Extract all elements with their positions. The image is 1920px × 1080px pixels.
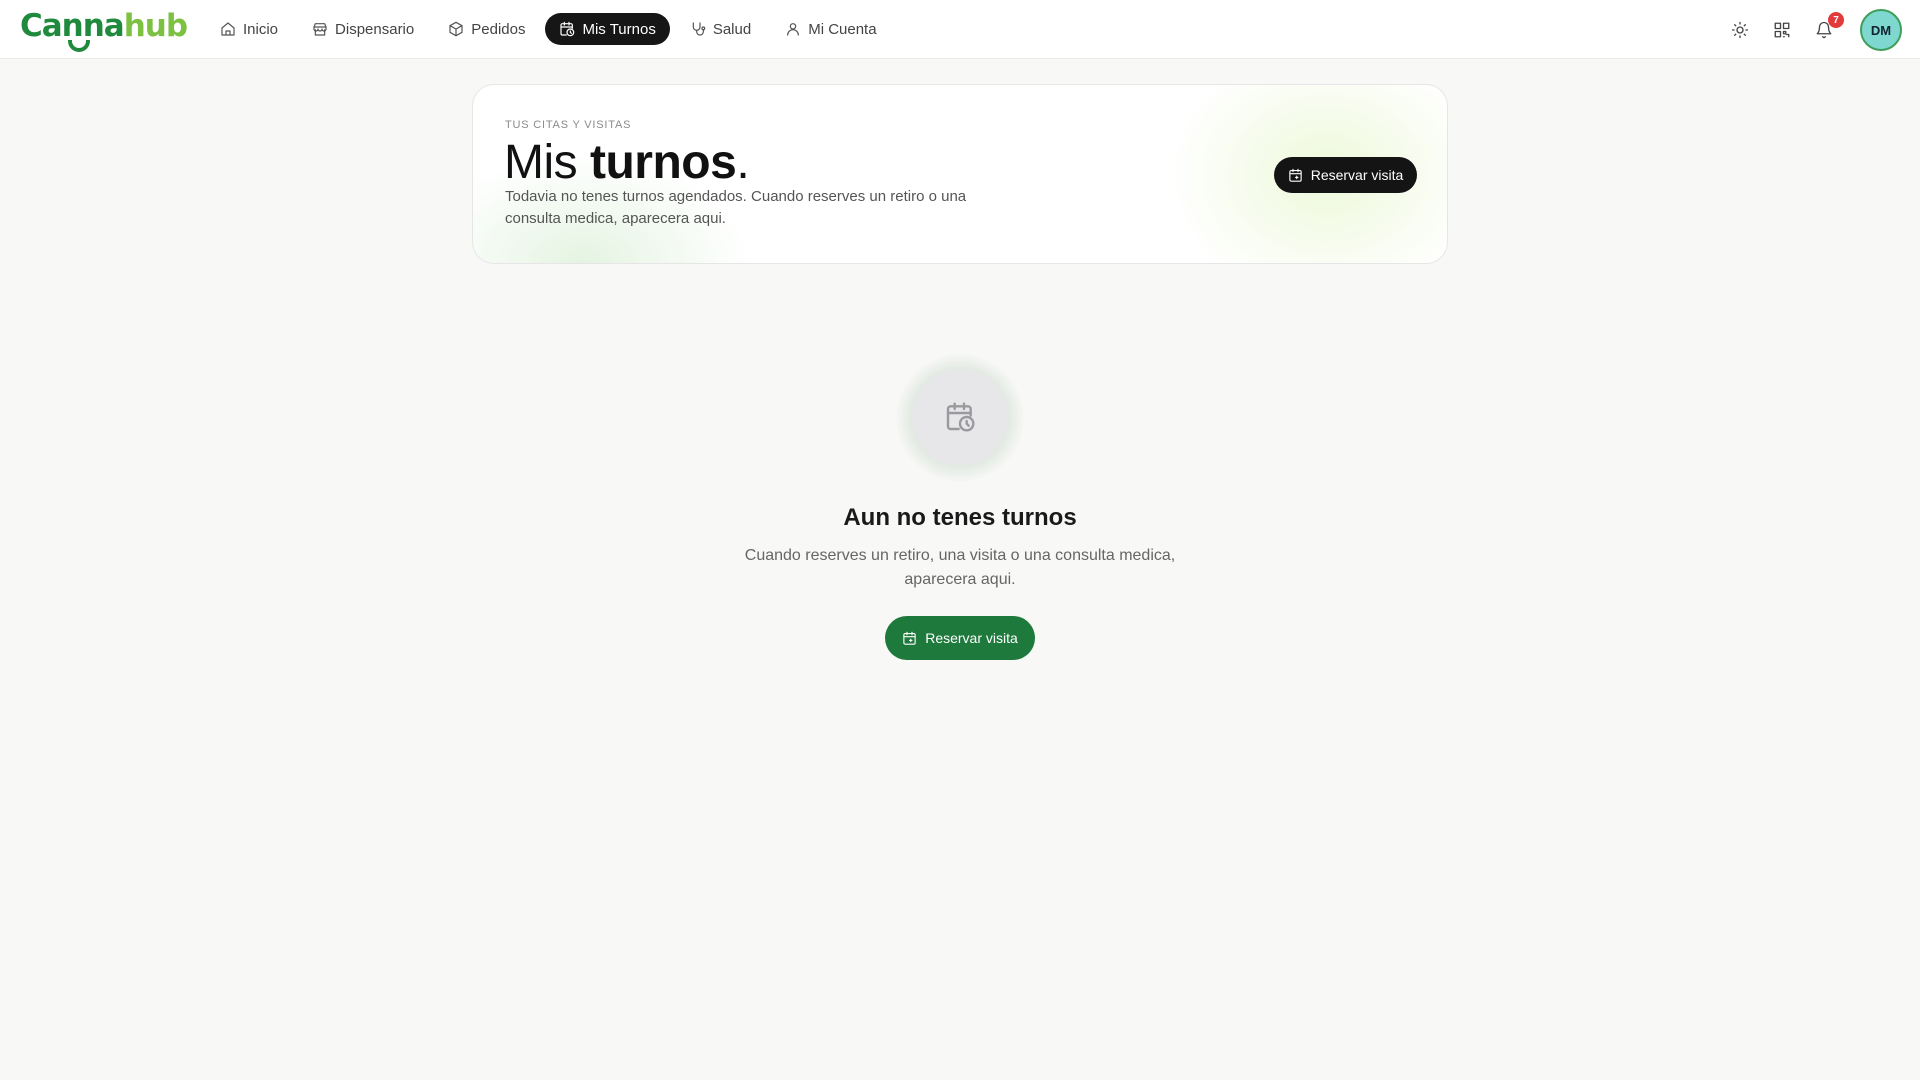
calendar-plus-icon <box>1289 168 1302 182</box>
nav-item-label: Inicio <box>243 20 279 38</box>
user-icon <box>787 23 800 36</box>
top-navbar: Cannahub Inicio Dispensario Pedidos Mis … <box>0 0 1920 59</box>
calendar-clock-icon <box>560 21 575 37</box>
qr-code-icon <box>1774 22 1790 38</box>
nav-item-salud[interactable]: Salud <box>676 13 765 45</box>
nav-item-label: Mi Cuenta <box>808 20 877 38</box>
nav-item-dispensario[interactable]: Dispensario <box>298 13 428 45</box>
empty-state-reservar-visita-button[interactable]: Reservar visita <box>885 616 1035 660</box>
empty-state-description: Cuando reserves un retiro, una visita o … <box>744 547 1176 588</box>
nav-item-label: Salud <box>712 20 752 38</box>
reservar-visita-button[interactable]: Reservar visita <box>1274 157 1417 193</box>
page-description: Todavia no tenes turnos agendados. Cuand… <box>505 188 967 227</box>
nav-item-pedidos[interactable]: Pedidos <box>434 13 539 45</box>
sun-icon <box>1731 21 1749 39</box>
home-icon <box>221 22 235 36</box>
page-title: Mis turnos. <box>504 136 750 189</box>
cannahub-logo[interactable]: Cannahub <box>20 6 188 52</box>
nav-item-label: Dispensario <box>335 20 415 38</box>
theme-toggle-button[interactable] <box>1728 18 1752 42</box>
logo-text: Cannahub <box>20 8 188 44</box>
nav-item-mi-cuenta[interactable]: Mi Cuenta <box>771 13 890 45</box>
button-label: Reservar visita <box>925 630 1018 646</box>
calendar-plus-icon <box>903 631 916 645</box>
calendar-clock-icon <box>946 402 975 432</box>
store-icon <box>313 23 327 36</box>
logo-smile-mark <box>68 40 90 52</box>
nav-item-label: Pedidos <box>471 20 526 38</box>
qr-code-button[interactable] <box>1770 18 1794 42</box>
page-eyebrow: TUS CITAS Y VISITAS <box>505 119 632 131</box>
notifications-button[interactable]: 7 <box>1812 12 1844 42</box>
nav-item-mis-turnos[interactable]: Mis Turnos <box>545 13 670 45</box>
nav-item-label: Mis Turnos <box>582 20 656 38</box>
notification-count-badge: 7 <box>1828 12 1844 28</box>
page-header-card: TUS CITAS Y VISITAS Mis turnos. Todavia … <box>472 84 1448 264</box>
header-tools: 7 DM <box>1728 9 1902 51</box>
package-icon <box>449 21 463 37</box>
stethoscope-icon <box>692 22 706 36</box>
empty-state-icon-circle <box>912 369 1008 465</box>
button-label: Reservar visita <box>1310 167 1404 183</box>
user-avatar[interactable]: DM <box>1860 9 1902 51</box>
main-nav: Inicio Dispensario Pedidos Mis Turnos Sa… <box>206 13 891 45</box>
empty-state-title: Aun no tenes turnos <box>843 504 1077 531</box>
nav-item-inicio[interactable]: Inicio <box>206 13 292 45</box>
